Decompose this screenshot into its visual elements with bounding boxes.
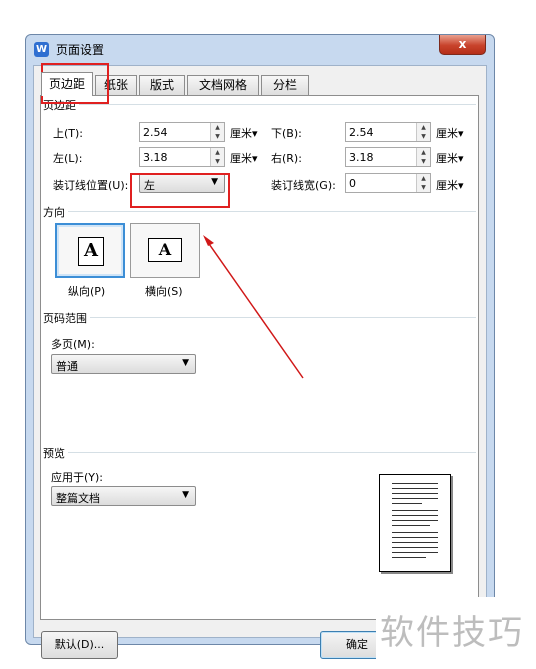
annotation-arrow — [203, 235, 304, 379]
watermark: 软件技巧 — [376, 597, 536, 669]
watermark-text: 软件技巧 — [380, 613, 524, 653]
tab-margins[interactable]: 页边距 — [41, 72, 93, 96]
